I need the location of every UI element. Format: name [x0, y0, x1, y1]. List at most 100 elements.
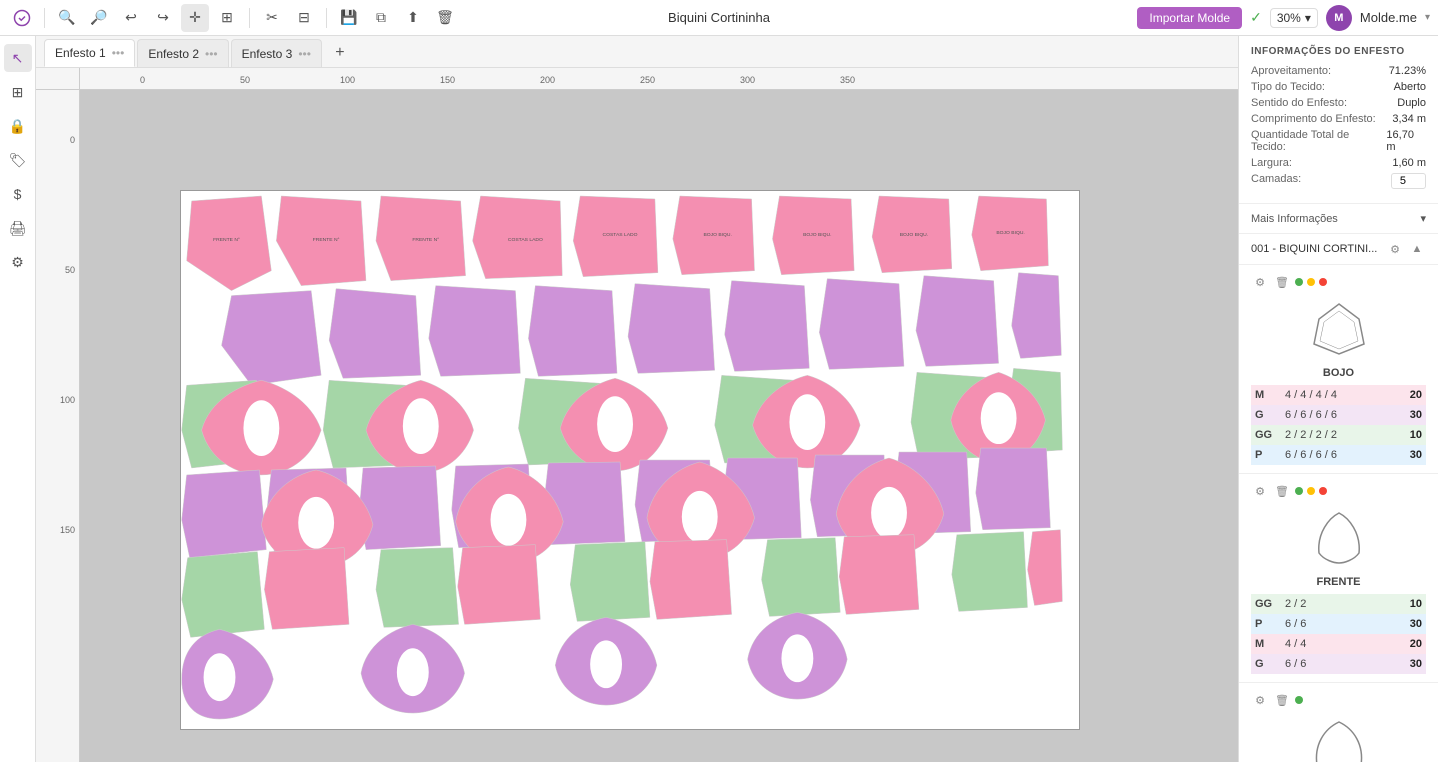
bojo-settings-btn[interactable]: ⚙ [1251, 273, 1269, 291]
import-button[interactable]: Importar Molde [1137, 7, 1242, 29]
piece-expand-btn[interactable]: ▲ [1408, 240, 1426, 258]
select-icon[interactable]: ✛ [181, 4, 209, 32]
bojo-dot-yellow [1307, 278, 1315, 286]
print-tool[interactable]: 🖨 [4, 214, 32, 242]
svg-text:BOJO BIQU.: BOJO BIQU. [900, 232, 928, 238]
frente-size-m: M [1251, 634, 1281, 654]
label-camadas: Camadas: [1251, 173, 1301, 189]
sep1 [44, 8, 45, 28]
arrange-icon[interactable]: ⊟ [290, 4, 318, 32]
ruler-corner [36, 68, 80, 90]
tab-enfesto2[interactable]: Enfesto 2 ••• [137, 39, 228, 67]
brand-name: Molde.me [1360, 10, 1417, 25]
logo-icon[interactable] [8, 4, 36, 32]
frente-count-g: 30 [1367, 654, 1426, 674]
avatar[interactable]: M [1326, 5, 1352, 31]
bojo-vals-m: 4 / 4 / 4 / 4 [1281, 385, 1389, 405]
tab3-menu[interactable]: ••• [298, 47, 311, 61]
more-info-toggle[interactable]: Mais Informações ▾ [1239, 204, 1438, 234]
bojo-size-table: M 4 / 4 / 4 / 4 20 G 6 / 6 / 6 / 6 30 GG… [1251, 385, 1426, 465]
costas-settings-btn[interactable]: ⚙ [1251, 691, 1269, 709]
bojo-count-m: 20 [1389, 385, 1426, 405]
zoom-out-icon[interactable]: 🔎 [85, 4, 113, 32]
bojo-delete-btn[interactable]: 🗑 [1273, 273, 1291, 291]
dollar-tool[interactable]: $ [4, 180, 32, 208]
cut-icon[interactable]: ✂ [258, 4, 286, 32]
info-row-largura: Largura: 1,60 m [1251, 157, 1426, 169]
frente-size-table: GG 2 / 2 10 P 6 / 6 30 M 4 / 4 20 G 6 / … [1251, 594, 1426, 674]
pointer-tool[interactable]: ↖ [4, 44, 32, 72]
value-tipo-tecido: Aberto [1394, 81, 1426, 93]
label-comprimento: Comprimento do Enfesto: [1251, 113, 1376, 125]
panel-title: INFORMAÇÕES DO ENFESTO [1251, 46, 1426, 57]
check-icon: ✓ [1250, 9, 1262, 26]
tab2-menu[interactable]: ••• [205, 47, 218, 61]
bojo-dot-green [1295, 278, 1303, 286]
layers-tool[interactable]: ⊞ [4, 78, 32, 106]
info-row-tipo-tecido: Tipo do Tecido: Aberto [1251, 81, 1426, 93]
frente-count-m: 20 [1367, 634, 1426, 654]
right-panel: INFORMAÇÕES DO ENFESTO Aproveitamento: 7… [1238, 36, 1438, 762]
frente-row-p: P 6 / 6 30 [1251, 614, 1426, 634]
frente-row-gg: GG 2 / 2 10 [1251, 594, 1426, 614]
svg-text:COSTAS LADO: COSTAS LADO [603, 232, 638, 238]
info-row-aproveitamento: Aproveitamento: 71.23% [1251, 65, 1426, 77]
add-tab-button[interactable]: + [328, 41, 352, 65]
zoom-control[interactable]: 30% ▾ [1270, 8, 1318, 28]
svg-text:BOJO BIQU.: BOJO BIQU. [703, 232, 731, 238]
camadas-input[interactable] [1391, 173, 1426, 189]
canvas-area: Enfesto 1 ••• Enfesto 2 ••• Enfesto 3 ••… [36, 36, 1238, 762]
frente-vals-g: 6 / 6 [1281, 654, 1367, 674]
lock-tool[interactable]: 🔒 [4, 112, 32, 140]
svg-text:COSTAS LADO: COSTAS LADO [508, 237, 543, 243]
app-title: Biquini Cortininha [668, 10, 770, 25]
bojo-size-p: P [1251, 445, 1281, 465]
zoom-dropdown-icon[interactable]: ▾ [1305, 11, 1311, 25]
trash-icon[interactable]: 🗑 [431, 4, 459, 32]
bojo-count-g: 30 [1389, 405, 1426, 425]
tab-enfesto1[interactable]: Enfesto 1 ••• [44, 39, 135, 67]
canvas-scroll[interactable]: FRENTE N° FRENTE N° FRENTE N° COSTAS LAD… [80, 90, 1238, 762]
bojo-row-gg: GG 2 / 2 / 2 / 2 10 [1251, 425, 1426, 445]
tab-enfesto3[interactable]: Enfesto 3 ••• [231, 39, 322, 67]
save-icon[interactable]: 💾 [335, 4, 363, 32]
frente-shape [1251, 508, 1426, 568]
settings-tool[interactable]: ⚙ [4, 248, 32, 276]
redo-icon[interactable]: ↪ [149, 4, 177, 32]
frente-status-row: ⚙ 🗑 [1251, 482, 1426, 500]
view-icon[interactable]: ⊞ [213, 4, 241, 32]
ruler-vertical: 0 50 100 150 [36, 90, 80, 762]
label-tipo-tecido: Tipo do Tecido: [1251, 81, 1325, 93]
frente-delete-btn[interactable]: 🗑 [1273, 482, 1291, 500]
main-content: ↖ ⊞ 🔒 🏷 $ 🖨 ⚙ Enfesto 1 ••• Enfesto 2 ••… [0, 36, 1438, 762]
frente-dot-yellow [1307, 487, 1315, 495]
svg-text:BOJO BIQU.: BOJO BIQU. [803, 232, 831, 238]
bojo-piece-body: ⚙ 🗑 BOJO M 4 / 4 / 4 / 4 20 [1239, 265, 1438, 474]
value-comprimento: 3,34 m [1392, 113, 1426, 125]
frente-settings-btn[interactable]: ⚙ [1251, 482, 1269, 500]
value-aproveitamento: 71.23% [1389, 65, 1426, 77]
tag-tool[interactable]: 🏷 [4, 146, 32, 174]
layers-icon[interactable]: ⧉ [367, 4, 395, 32]
canvas-inner: FRENTE N° FRENTE N° FRENTE N° COSTAS LAD… [80, 90, 1238, 762]
label-largura: Largura: [1251, 157, 1292, 169]
canvas-viewport[interactable]: 0 50 100 150 200 250 300 350 0 50 100 15… [36, 68, 1238, 762]
svg-text:FRENTE N°: FRENTE N° [313, 237, 340, 243]
ruler-horizontal: 0 50 100 150 200 250 300 350 [80, 68, 1238, 90]
fabric-layout: FRENTE N° FRENTE N° FRENTE N° COSTAS LAD… [180, 190, 1080, 730]
undo-icon[interactable]: ↩ [117, 4, 145, 32]
bojo-count-p: 30 [1389, 445, 1426, 465]
label-sentido: Sentido do Enfesto: [1251, 97, 1347, 109]
costas-piece-body: ⚙ 🗑 COSTAS M 4 / 4 20 [1239, 683, 1438, 762]
frente-count-gg: 10 [1367, 594, 1426, 614]
piece-settings-btn[interactable]: ⚙ [1386, 240, 1404, 258]
more-info-label: Mais Informações [1251, 213, 1338, 225]
frente-size-p: P [1251, 614, 1281, 634]
search-icon[interactable]: 🔍 [53, 4, 81, 32]
costas-delete-btn[interactable]: 🗑 [1273, 691, 1291, 709]
bojo-size-g: G [1251, 405, 1281, 425]
tab1-menu[interactable]: ••• [112, 46, 125, 60]
brand-dropdown-icon[interactable]: ▾ [1425, 12, 1430, 23]
bojo-row-p: P 6 / 6 / 6 / 6 30 [1251, 445, 1426, 465]
upload-icon[interactable]: ⬆ [399, 4, 427, 32]
